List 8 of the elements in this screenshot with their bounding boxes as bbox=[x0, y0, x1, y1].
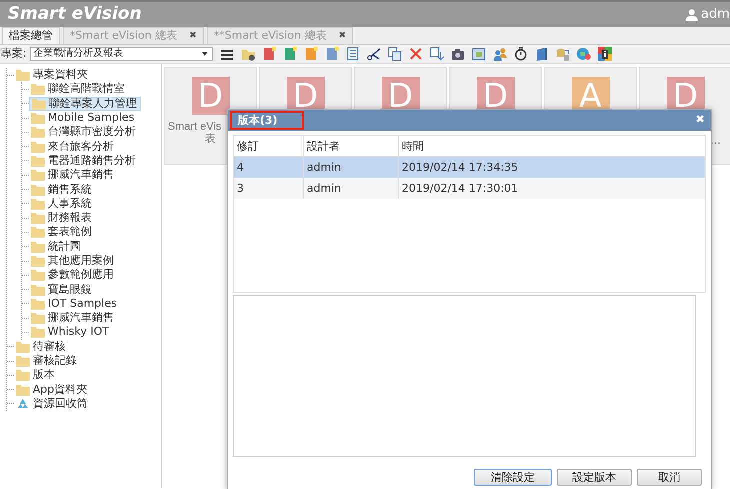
project-label: 專案: bbox=[1, 46, 27, 62]
card-label: Smart eVis 表 bbox=[167, 121, 223, 145]
dialog-title: 版本(3) bbox=[230, 111, 304, 130]
column-header: 時間 bbox=[401, 139, 425, 155]
app-title: Smart eVision bbox=[7, 3, 142, 26]
column-header: 修訂 bbox=[234, 136, 304, 156]
column-header: 設計者 bbox=[304, 136, 399, 156]
file-type-icon: D bbox=[192, 77, 230, 115]
